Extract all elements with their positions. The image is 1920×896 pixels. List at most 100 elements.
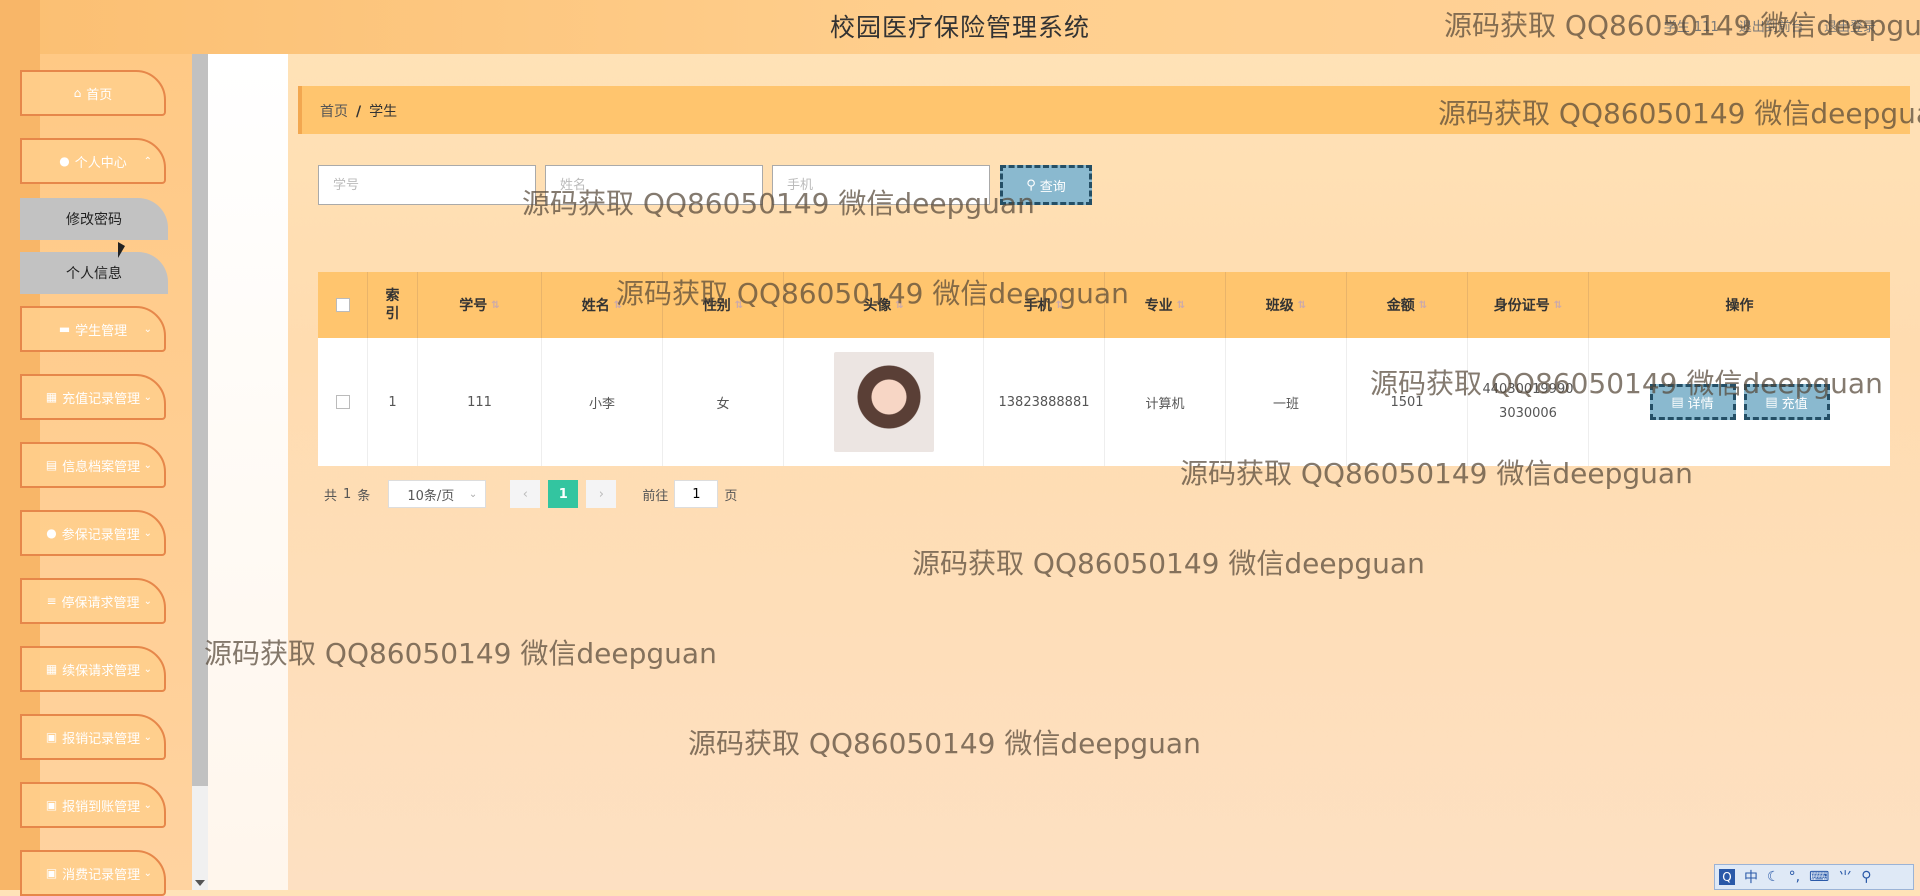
wrench-icon[interactable]: ⚲ (1861, 869, 1871, 885)
sidebar-item-consumption-records[interactable]: ▣ 消费记录管理 ⌄ (20, 850, 166, 896)
mouse-cursor-icon (118, 242, 125, 258)
sidebar-subitem-profile[interactable]: 个人信息 (20, 252, 168, 294)
sidebar-item-personal-center[interactable]: ● 个人中心 ⌃ (20, 138, 166, 184)
watermark-text: 源码获取 QQ86050149 微信deepguan (204, 637, 717, 670)
cell-avatar (784, 338, 984, 466)
chevron-down-icon: ⌄ (143, 731, 152, 743)
select-all-checkbox-cell[interactable] (318, 272, 368, 338)
chevron-down-icon: ⌄ (143, 459, 152, 471)
cell-gender: 女 (663, 338, 784, 466)
query-button-label: 查询 (1039, 179, 1066, 195)
row-checkbox-cell[interactable] (318, 338, 368, 466)
table-row: 1 111 小李 女 13823888881 计算机 一班 1501 44030… (318, 338, 1890, 466)
sidebar-item-label: 学生管理 (75, 323, 128, 339)
cell-class: 一班 (1226, 338, 1347, 466)
ime-logo-icon[interactable]: Q (1719, 869, 1735, 885)
sidebar-item-label: 信息档案管理 (62, 459, 141, 475)
column-student-no[interactable]: 学号 ⇅ (418, 272, 542, 338)
sidebar-item-insurance-records[interactable]: ● 参保记录管理 ⌄ (20, 510, 166, 556)
watermark-text: 源码获取 QQ86050149 微信deepguan (1180, 457, 1693, 490)
watermark-text: 源码获取 QQ86050149 微信deepguan (688, 727, 1201, 760)
watermark-text: 源码获取 QQ86050149 微信deepguan (1438, 97, 1920, 130)
sort-icon[interactable]: ⇅ (1554, 300, 1562, 311)
row-checkbox[interactable] (335, 395, 350, 409)
breadcrumb: 首页 / 学生 (320, 104, 398, 120)
chevron-down-icon: ⌄ (143, 867, 152, 879)
home-icon: ⌂ (73, 86, 82, 100)
cell-id-card: 440300199903030006 (1468, 338, 1589, 466)
scrollbar-thumb[interactable] (192, 54, 208, 786)
user-icon: ● (59, 154, 70, 168)
sort-icon[interactable]: ⇅ (1298, 300, 1306, 311)
calendar-icon: ▣ (45, 798, 58, 812)
input-mode-icon[interactable]: ⺌ (1838, 867, 1852, 887)
sidebar-item-label: 报销到账管理 (62, 799, 141, 815)
card-icon: ▬ (58, 322, 71, 336)
chevron-down-icon: ⌄ (143, 663, 152, 675)
column-actions: 操作 (1725, 298, 1754, 314)
watermark-text: 源码获取 QQ86050149 微信deepguan (1370, 367, 1883, 400)
ime-chinese-mode[interactable]: 中 (1744, 867, 1758, 887)
sidebar-item-recharge-records[interactable]: ▦ 充值记录管理 ⌄ (20, 374, 166, 420)
ime-toolbar[interactable]: Q 中 ☾ °, ⌨ ⺌ ⚲ (1714, 864, 1914, 890)
watermark-text: 源码获取 QQ86050149 微信deepguan (1444, 9, 1920, 42)
cell-major: 计算机 (1105, 338, 1226, 466)
breadcrumb-home[interactable]: 首页 (320, 104, 348, 120)
goto-page-input[interactable] (674, 480, 719, 508)
sidebar-item-label: 续保请求管理 (62, 663, 141, 679)
watermark-text: 源码获取 QQ86050149 微信deepguan (522, 187, 1035, 220)
moon-icon[interactable]: ☾ (1767, 869, 1780, 885)
sort-icon[interactable]: ⇅ (491, 300, 499, 311)
watermark-text: 源码获取 QQ86050149 微信deepguan (912, 547, 1425, 580)
column-index: 索引 (368, 272, 418, 338)
sidebar-item-student-management[interactable]: ▬ 学生管理 ⌄ (20, 306, 166, 352)
sidebar-item-renew-requests[interactable]: ▦ 续保请求管理 ⌄ (20, 646, 166, 692)
next-page-button[interactable]: › (586, 480, 617, 508)
content-gutter (208, 54, 288, 890)
keyboard-icon[interactable]: ⌨ (1809, 869, 1829, 885)
cell-student-no: 111 (418, 338, 542, 466)
list-icon: ≡ (46, 594, 57, 608)
scroll-down-arrow-icon[interactable] (195, 880, 205, 886)
avatar[interactable] (833, 352, 934, 452)
column-class[interactable]: 班级 ⇅ (1226, 272, 1347, 338)
cell-amount: 1501 (1347, 338, 1468, 466)
print-icon: ▤ (45, 458, 58, 472)
cell-name: 小李 (542, 338, 663, 466)
sort-icon[interactable]: ⇅ (1177, 300, 1185, 311)
sidebar-item-reimbursement-arrival[interactable]: ▣ 报销到账管理 ⌄ (20, 782, 166, 828)
page-size-select[interactable]: 10条/页 ⌄ (388, 480, 487, 508)
page-number-current[interactable]: 1 (548, 480, 579, 508)
sidebar-item-label: 个人中心 (74, 155, 127, 171)
sidebar-item-label: 首页 (86, 87, 113, 103)
sidebar-item-home[interactable]: ⌂ 首页 (20, 70, 166, 116)
grid-icon: ▦ (45, 390, 58, 404)
column-amount[interactable]: 金额 ⇅ (1347, 272, 1468, 338)
breadcrumb-current: 学生 (369, 104, 398, 120)
sidebar-item-info-archives[interactable]: ▤ 信息档案管理 ⌄ (20, 442, 166, 488)
sort-icon[interactable]: ⇅ (1419, 300, 1427, 311)
total-count: 1 (343, 486, 352, 502)
goto-suffix: 页 (724, 488, 738, 504)
goto-prefix: 前往 (642, 488, 669, 504)
select-all-checkbox[interactable] (335, 298, 350, 312)
pagination: 共 1 条 10条/页⌄ ‹ 1 › 前往 页 (324, 480, 737, 508)
punctuation-icon[interactable]: °, (1789, 869, 1800, 885)
sidebar-item-suspend-requests[interactable]: ≡ 停保请求管理 ⌄ (20, 578, 166, 624)
sidebar-scrollbar[interactable] (192, 54, 208, 890)
chevron-down-icon: ⌄ (143, 323, 152, 335)
watermark-text: 源码获取 QQ86050149 微信deepguan (616, 277, 1129, 310)
student-no-search-input[interactable] (318, 165, 536, 205)
chevron-up-icon: ⌃ (143, 155, 152, 167)
calendar-icon: ▣ (45, 730, 58, 744)
chevron-down-icon: ⌄ (143, 527, 152, 539)
column-id-card[interactable]: 身份证号 ⇅ (1468, 272, 1589, 338)
grid-icon: ▦ (45, 662, 58, 676)
sidebar-item-reimbursement-records[interactable]: ▣ 报销记录管理 ⌄ (20, 714, 166, 760)
sidebar-item-label: 参保记录管理 (61, 527, 140, 543)
prev-page-button[interactable]: ‹ (510, 480, 541, 508)
sidebar-subitem-change-password[interactable]: 修改密码 (20, 198, 168, 240)
calendar-icon: ▣ (45, 866, 58, 880)
sidebar-item-label: 消费记录管理 (62, 867, 141, 883)
total-suffix: 条 (357, 488, 371, 504)
